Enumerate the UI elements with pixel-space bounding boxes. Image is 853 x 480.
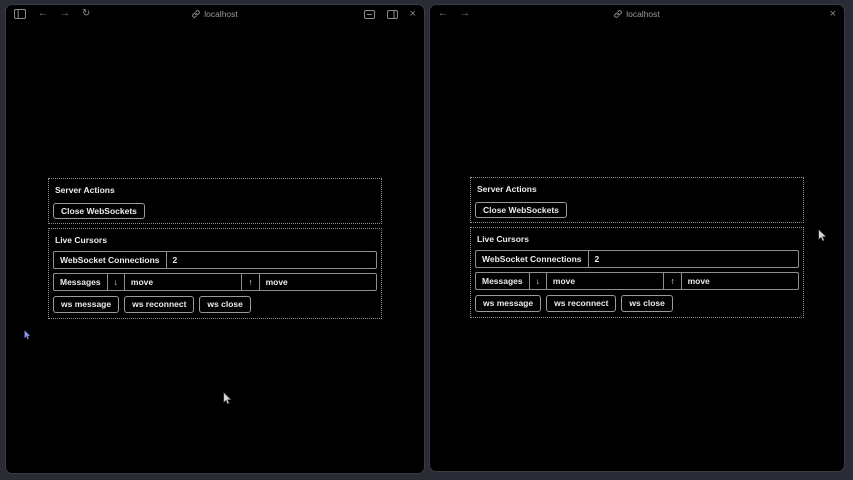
close-websockets-button[interactable]: Close WebSockets — [53, 203, 145, 220]
titlebar: ← → ↻ localhost × — [6, 5, 424, 23]
browser-window-right: ← → localhost × Server Actions Close Web… — [429, 4, 845, 472]
arrow-up-icon: ↑ — [242, 274, 259, 290]
forward-icon[interactable]: → — [460, 9, 470, 19]
connections-value: 2 — [589, 251, 799, 267]
connections-row: WebSocket Connections 2 — [53, 251, 377, 269]
live-cursors-title: Live Cursors — [53, 233, 377, 251]
reload-icon[interactable]: ↻ — [82, 9, 90, 19]
page-content: Server Actions Close WebSockets Live Cur… — [430, 23, 844, 471]
live-cursors-title: Live Cursors — [475, 232, 799, 250]
devtools-icon[interactable] — [364, 10, 375, 19]
close-icon[interactable]: × — [830, 9, 836, 20]
titlebar: ← → localhost × — [430, 5, 844, 23]
back-icon[interactable]: ← — [38, 9, 48, 19]
arrow-down-icon: ↓ — [530, 273, 547, 289]
ws-message-button[interactable]: ws message — [475, 295, 541, 312]
ws-close-button[interactable]: ws close — [621, 295, 672, 312]
server-actions-title: Server Actions — [53, 183, 377, 201]
last-received-message: move — [547, 273, 664, 289]
messages-row: Messages ↓ move ↑ move — [475, 272, 799, 290]
last-sent-message: move — [260, 274, 376, 290]
toolbar-left: ← → ↻ — [14, 9, 90, 19]
address-display[interactable]: localhost — [430, 5, 844, 23]
ws-message-button[interactable]: ws message — [53, 296, 119, 313]
ws-reconnect-button[interactable]: ws reconnect — [546, 295, 616, 312]
connections-row: WebSocket Connections 2 — [475, 250, 799, 268]
last-sent-message: move — [682, 273, 798, 289]
back-icon[interactable]: ← — [438, 9, 448, 19]
split-view-icon[interactable] — [387, 10, 398, 19]
last-received-message: move — [125, 274, 242, 290]
link-icon — [614, 10, 622, 18]
connections-label: WebSocket Connections — [54, 252, 167, 268]
address-text: localhost — [626, 9, 660, 19]
live-cursors-panel: Live Cursors WebSocket Connections 2 Mes… — [470, 227, 804, 318]
browser-window-left: ← → ↻ localhost × Server Actions Close W… — [5, 4, 425, 474]
messages-label: Messages — [54, 274, 108, 290]
live-cursors-panel: Live Cursors WebSocket Connections 2 Mes… — [48, 228, 382, 319]
messages-row: Messages ↓ move ↑ move — [53, 273, 377, 291]
ws-reconnect-button[interactable]: ws reconnect — [124, 296, 194, 313]
sidebar-icon[interactable] — [14, 9, 26, 19]
ws-buttons-row: ws message ws reconnect ws close — [475, 294, 799, 313]
server-actions-panel: Server Actions Close WebSockets — [470, 177, 804, 224]
close-websockets-button[interactable]: Close WebSockets — [475, 202, 567, 219]
messages-label: Messages — [476, 273, 530, 289]
server-actions-title: Server Actions — [475, 182, 799, 200]
panel-stack: Server Actions Close WebSockets Live Cur… — [48, 178, 382, 319]
ws-close-button[interactable]: ws close — [199, 296, 250, 313]
arrow-down-icon: ↓ — [108, 274, 125, 290]
toolbar-left: ← → — [438, 9, 470, 19]
address-text: localhost — [204, 9, 238, 19]
page-content: Server Actions Close WebSockets Live Cur… — [6, 23, 424, 473]
panel-stack: Server Actions Close WebSockets Live Cur… — [470, 177, 804, 318]
toolbar-right: × — [830, 9, 836, 20]
forward-icon[interactable]: → — [60, 9, 70, 19]
server-actions-panel: Server Actions Close WebSockets — [48, 178, 382, 225]
connections-value: 2 — [167, 252, 377, 268]
arrow-up-icon: ↑ — [664, 273, 681, 289]
connections-label: WebSocket Connections — [476, 251, 589, 267]
close-icon[interactable]: × — [410, 9, 416, 20]
ws-buttons-row: ws message ws reconnect ws close — [53, 295, 377, 314]
link-icon — [192, 10, 200, 18]
toolbar-right: × — [364, 9, 416, 20]
